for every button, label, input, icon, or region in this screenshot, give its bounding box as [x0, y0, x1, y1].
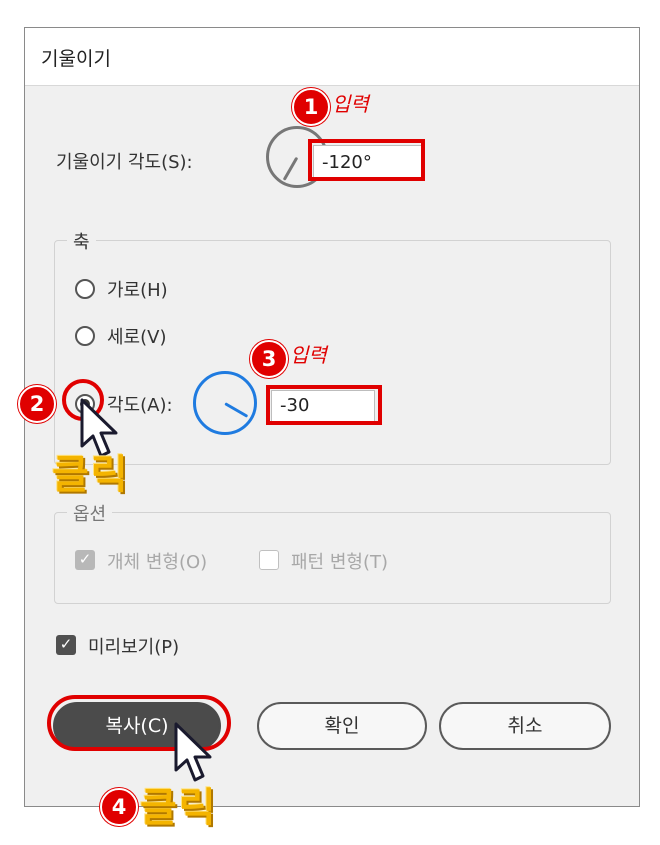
- axis-legend: 축: [67, 228, 96, 254]
- axis-group: [54, 240, 611, 465]
- options-legend: 옵션: [67, 500, 113, 526]
- transform-patterns-checkbox[interactable]: [259, 550, 279, 570]
- step2-badge: 2: [18, 385, 56, 423]
- ok-button[interactable]: 확인: [257, 702, 427, 750]
- step3-highlight-box: [266, 385, 382, 425]
- dialog-title: 기울이기: [41, 48, 111, 70]
- title-bar: 기울이기: [25, 28, 639, 86]
- step3-note: 입력: [290, 343, 327, 367]
- step4-badge: 4: [100, 788, 138, 826]
- step4-click-label: 클릭: [140, 785, 218, 831]
- cancel-button[interactable]: 취소: [439, 702, 611, 750]
- step2-click-label: 클릭: [52, 452, 130, 498]
- shear-angle-label: 기울이기 각도(S):: [56, 152, 193, 173]
- step1-badge: 1: [292, 88, 330, 126]
- radio-vertical[interactable]: [75, 326, 95, 346]
- transform-patterns-label: 패턴 변형(T): [291, 552, 389, 573]
- axis-angle-dial[interactable]: [193, 371, 257, 435]
- step1-note: 입력: [332, 92, 369, 116]
- radio-horizontal[interactable]: [75, 279, 95, 299]
- preview-checkbox[interactable]: ✓: [56, 635, 76, 655]
- step1-highlight-box: [308, 139, 425, 181]
- transform-objects-label: 개체 변형(O): [107, 552, 208, 573]
- radio-horizontal-label: 가로(H): [107, 280, 168, 301]
- radio-vertical-label: 세로(V): [107, 327, 167, 348]
- transform-objects-checkbox[interactable]: ✓: [75, 550, 95, 570]
- preview-label: 미리보기(P): [88, 637, 180, 658]
- step3-badge: 3: [250, 340, 288, 378]
